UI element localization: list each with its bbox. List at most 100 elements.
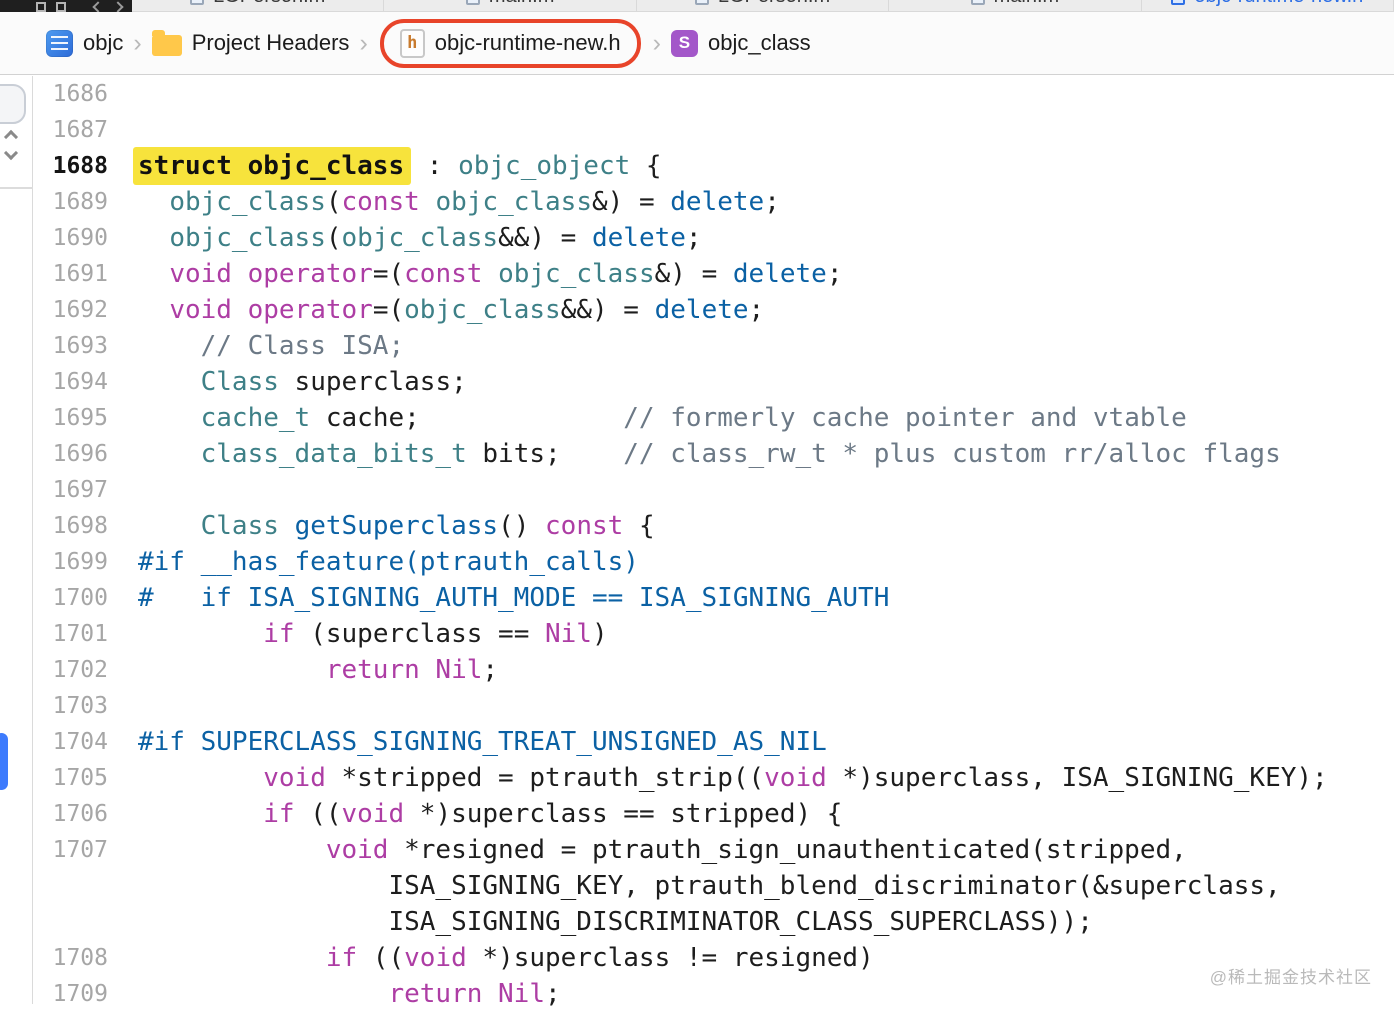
stepper-control[interactable] [3, 129, 19, 161]
breadcrumb-item-group[interactable]: Project Headers [151, 30, 350, 56]
chevron-up-icon [3, 129, 19, 145]
code-text[interactable]: if ((void *)superclass != resigned) [108, 940, 874, 976]
code-text[interactable]: // Class ISA; [108, 328, 405, 364]
code-line-1687: 1687 [0, 112, 1394, 148]
file-icon [1171, 0, 1186, 5]
code-text[interactable] [108, 112, 138, 148]
code-line-1695: 1695 cache_t cache; // formerly cache po… [0, 400, 1394, 436]
code-text[interactable]: void *stripped = ptrauth_strip((void *)s… [108, 760, 1327, 796]
tab-objc-runtime-new.h[interactable]: objc-runtime-new.h [1141, 0, 1394, 11]
partial-rounded-control [0, 84, 26, 124]
blue-indicator-pill [0, 733, 8, 790]
tab-label: LGPerson.m [718, 0, 830, 8]
code-text[interactable]: struct objc_class : objc_object { [108, 147, 662, 185]
file-icon [694, 0, 709, 5]
code-text[interactable]: class_data_bits_t bits; // class_rw_t * … [108, 436, 1281, 472]
tab-label: LGPerson.m [213, 0, 325, 8]
tab-LGPerson.m[interactable]: LGPerson.m [132, 0, 385, 11]
code-text[interactable]: return Nil; [108, 976, 560, 1012]
tab-LGPerson.m[interactable]: LGPerson.m [636, 0, 890, 11]
file-icon [970, 0, 985, 5]
breadcrumb-item-project[interactable]: objc [46, 29, 124, 57]
code-line-1701: 1701 if (superclass == Nil) [0, 616, 1394, 652]
tab-label: main.m [489, 0, 555, 8]
code-line-1696: 1696 class_data_bits_t bits; // class_rw… [0, 436, 1394, 472]
code-line-1688: 1688 struct objc_class : objc_object { [0, 147, 1394, 185]
yellow-highlight: struct objc_class [133, 147, 412, 185]
code-text[interactable]: # if ISA_SIGNING_AUTH_MODE == ISA_SIGNIN… [108, 580, 889, 616]
breadcrumb-label: Project Headers [191, 30, 350, 55]
code-text[interactable]: void operator=(const objc_class&) = dele… [108, 256, 842, 292]
code-line-1700: 1700 # if ISA_SIGNING_AUTH_MODE == ISA_SI… [0, 580, 1394, 616]
file-icon [465, 0, 480, 5]
folder-icon [151, 30, 182, 56]
code-line-1690: 1690 objc_class(objc_class&&) = delete; [0, 220, 1394, 256]
tab-main.m[interactable]: main.m [384, 0, 637, 11]
editor-tab-bar: LGPerson.m main.m LGPerson.m main.m objc-run… [0, 0, 1394, 12]
code-text[interactable] [108, 76, 138, 112]
code-line-1709: 1709 return Nil; [0, 976, 1394, 1012]
add-editor-icon[interactable] [56, 2, 66, 12]
left-edge-strip [0, 76, 33, 1004]
editor-layout-icon[interactable] [36, 2, 46, 12]
code-line-1692: 1692 void operator=(objc_class&&) = dele… [0, 292, 1394, 328]
window-toolbar-corner [0, 0, 132, 12]
code-line-1706: 1706 if ((void *)superclass == stripped)… [0, 796, 1394, 832]
code-text[interactable]: cache_t cache; // formerly cache pointer… [108, 400, 1187, 436]
code-text[interactable]: void *resigned = ptrauth_sign_unauthenti… [108, 832, 1187, 868]
code-text[interactable] [108, 688, 138, 724]
tab-label: objc-runtime-new.h [1194, 0, 1363, 8]
source-editor[interactable]: 1686 1687 1688 struct objc_class : objc_obj… [0, 76, 1394, 1009]
breadcrumb-label: objc_class [707, 30, 811, 55]
chevron-down-icon [3, 145, 19, 161]
code-line-1708: 1708 if ((void *)superclass != resigned) [0, 940, 1394, 976]
chevron-separator-icon: › [359, 28, 368, 57]
breadcrumb-item-file[interactable]: h objc-runtime-new.h [399, 28, 621, 58]
code-text[interactable]: #if __has_feature(ptrauth_calls) [108, 544, 639, 580]
code-text[interactable]: objc_class(const objc_class&) = delete; [108, 184, 780, 220]
breadcrumb-label: objc-runtime-new.h [434, 30, 621, 55]
code-text[interactable]: #if SUPERCLASS_SIGNING_TREAT_UNSIGNED_AS… [108, 724, 827, 760]
project-icon [46, 29, 73, 57]
code-line-1702: 1702 return Nil; [0, 652, 1394, 688]
jump-bar: objc › Project Headers › h objc-runtime-… [0, 12, 1394, 75]
code-line-1698: 1698 Class getSuperclass() const { [0, 508, 1394, 544]
header-file-icon: h [399, 28, 425, 58]
code-line-1703: 1703 [0, 688, 1394, 724]
watermark-text: @稀土掘金技术社区 [1209, 968, 1372, 987]
code-line-1697: 1697 [0, 472, 1394, 508]
tab-row: LGPerson.m main.m LGPerson.m main.m objc-run… [132, 0, 1394, 11]
struct-icon: S [670, 29, 698, 57]
red-annotation-outline: h objc-runtime-new.h [379, 18, 641, 68]
breadcrumb-label: objc [83, 30, 124, 55]
code-text[interactable]: void operator=(objc_class&&) = delete; [108, 292, 764, 328]
code-text[interactable]: if (superclass == Nil) [108, 616, 607, 652]
code-text[interactable]: ISA_SIGNING_DISCRIMINATOR_CLASS_SUPERCLA… [108, 904, 1092, 940]
chevron-separator-icon: › [133, 28, 142, 57]
tab-main.m[interactable]: main.m [889, 0, 1142, 11]
code-line-1686: 1686 [0, 76, 1394, 112]
code-text[interactable]: objc_class(objc_class&&) = delete; [108, 220, 701, 256]
code-line-1693: 1693 // Class ISA; [0, 328, 1394, 364]
code-text[interactable] [108, 472, 138, 508]
code-line-wrap: ISA_SIGNING_KEY, ptrauth_blend_discrimin… [0, 868, 1394, 904]
code-line-1704: 1704 #if SUPERCLASS_SIGNING_TREAT_UNSIGNE… [0, 724, 1394, 760]
code-line-1689: 1689 objc_class(const objc_class&) = del… [0, 184, 1394, 220]
strip-divider [0, 187, 33, 189]
file-icon [190, 0, 205, 5]
tab-label: main.m [994, 0, 1060, 8]
code-line-wrap: ISA_SIGNING_DISCRIMINATOR_CLASS_SUPERCLA… [0, 904, 1394, 940]
code-text[interactable]: Class superclass; [108, 364, 467, 400]
code-text[interactable]: ISA_SIGNING_KEY, ptrauth_blend_discrimin… [108, 868, 1280, 904]
code-line-1705: 1705 void *stripped = ptrauth_strip((voi… [0, 760, 1394, 796]
forward-arrow-icon[interactable] [112, 1, 124, 12]
code-text[interactable]: return Nil; [108, 652, 498, 688]
code-line-1699: 1699 #if __has_feature(ptrauth_calls) [0, 544, 1394, 580]
code-line-1691: 1691 void operator=(const objc_class&) =… [0, 256, 1394, 292]
code-line-1707: 1707 void *resigned = ptrauth_sign_unaut… [0, 832, 1394, 868]
breadcrumb-item-symbol[interactable]: S objc_class [670, 29, 811, 57]
code-text[interactable]: if ((void *)superclass == stripped) { [108, 796, 842, 832]
code-text[interactable]: Class getSuperclass() const { [108, 508, 655, 544]
back-arrow-icon[interactable] [92, 1, 104, 12]
code-line-1694: 1694 Class superclass; [0, 364, 1394, 400]
